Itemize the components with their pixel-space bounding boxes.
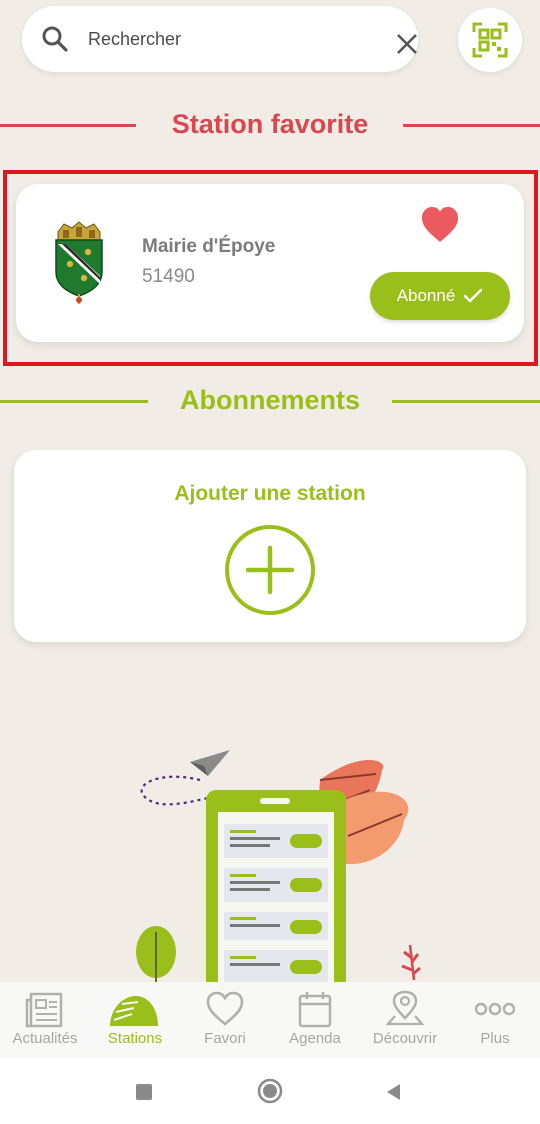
nav-item-agenda[interactable]: Agenda [270, 982, 360, 1058]
bottom-nav: Actualités Stations Favori Agenda Découv… [0, 982, 540, 1058]
favorite-section-title: Station favorite [171, 109, 369, 139]
search-bar[interactable] [22, 6, 418, 72]
nav-item-decouvrir[interactable]: Découvrir [360, 982, 450, 1058]
nav-item-stations[interactable]: Stations [90, 982, 180, 1058]
check-icon [464, 288, 483, 303]
nav-label: Agenda [289, 1030, 341, 1047]
list-item [224, 868, 328, 902]
subscribed-label: Abonné [396, 286, 456, 305]
nav-label: Actualités [12, 1030, 78, 1047]
heart-icon[interactable] [420, 206, 460, 244]
map-pin-icon [385, 990, 425, 1026]
stations-icon [110, 996, 158, 1026]
qr-scan-button[interactable] [458, 8, 522, 72]
search-input[interactable] [88, 24, 358, 54]
newspaper-icon [25, 992, 63, 1028]
station-postal-code: 51490 [142, 266, 195, 287]
nav-label: Favori [204, 1030, 246, 1047]
nav-item-plus[interactable]: Plus [450, 982, 540, 1058]
station-name: Mairie d'Époye [142, 236, 276, 257]
recent-apps-button[interactable] [136, 1084, 152, 1100]
subscriptions-section-title: Abonnements [179, 385, 360, 415]
phone-illustration [136, 750, 421, 985]
list-item [224, 950, 328, 984]
qr-code-icon [472, 22, 508, 58]
nav-label: Stations [107, 1030, 163, 1047]
nav-item-favori[interactable]: Favori [180, 982, 270, 1058]
nav-label: Plus [480, 1030, 510, 1047]
search-icon [42, 26, 68, 52]
back-button[interactable] [384, 1082, 404, 1102]
heart-icon [206, 991, 244, 1026]
add-station-button[interactable] [224, 524, 316, 616]
list-item [224, 912, 328, 940]
calendar-icon [298, 992, 332, 1028]
add-station-label: Ajouter une station [174, 482, 366, 505]
list-item [224, 824, 328, 858]
coat-of-arms-logo [55, 221, 103, 304]
nav-label: Découvrir [372, 1030, 438, 1047]
home-button[interactable] [257, 1078, 283, 1104]
close-icon[interactable] [394, 31, 420, 57]
subscribed-button[interactable]: Abonné [370, 272, 510, 320]
system-nav-bar [0, 1058, 540, 1124]
more-icon [475, 1002, 515, 1016]
nav-item-actualites[interactable]: Actualités [0, 982, 90, 1058]
